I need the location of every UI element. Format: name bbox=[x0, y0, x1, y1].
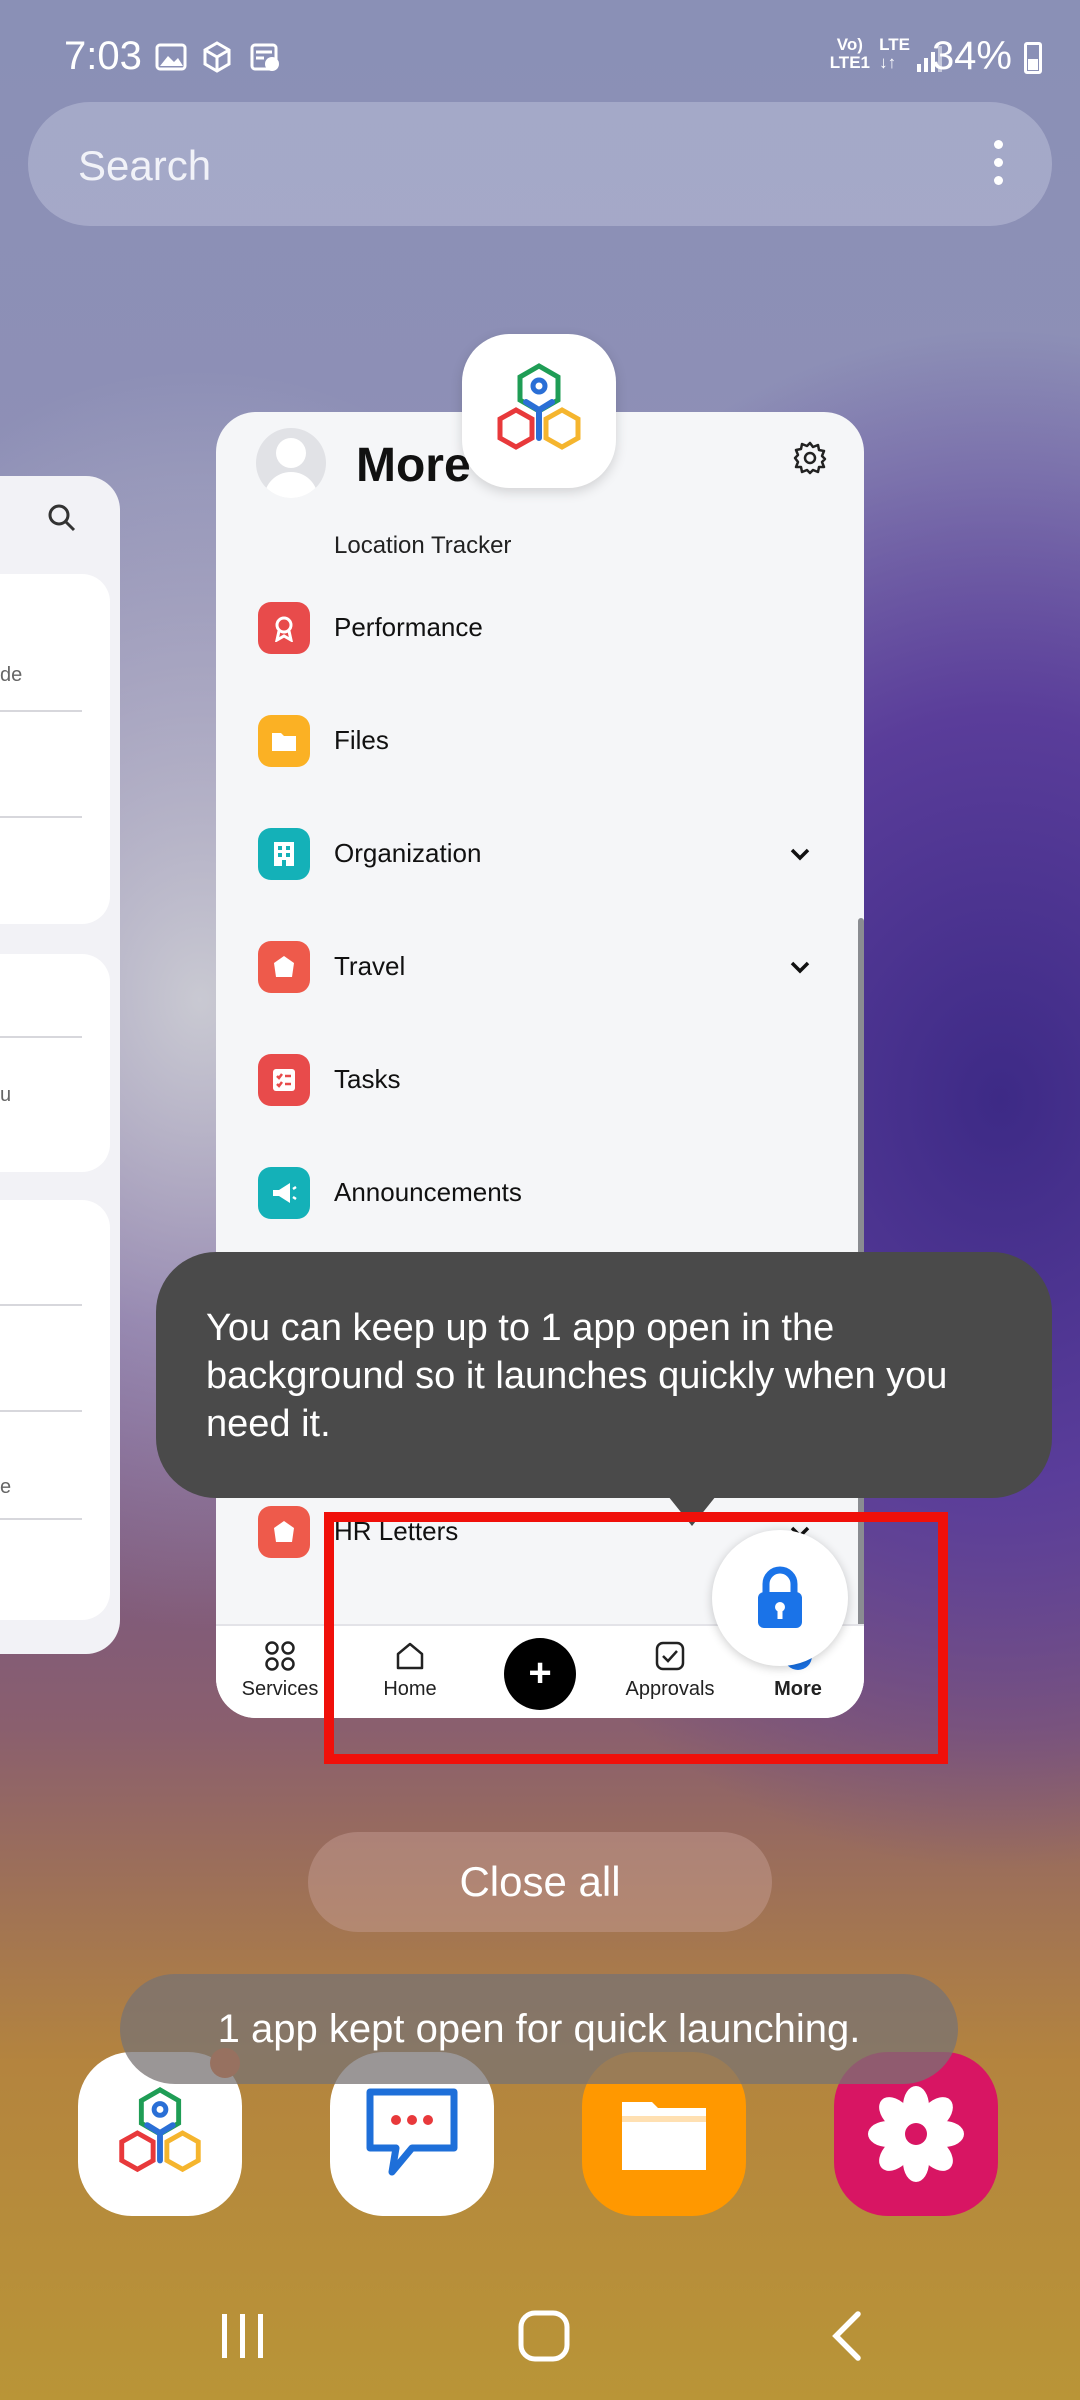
battery-icon bbox=[1024, 42, 1042, 74]
status-bar: 7:03 Vo) LTE1 LTE ↓↑ 34% bbox=[0, 0, 1080, 110]
gallery-icon bbox=[155, 43, 187, 71]
megaphone-icon bbox=[258, 1167, 310, 1219]
list-panel: e bbox=[0, 1200, 110, 1620]
recents-icon[interactable] bbox=[218, 2308, 268, 2364]
menu-item-label: Organization bbox=[334, 838, 482, 868]
lte-indicator: LTE ↓↑ bbox=[879, 35, 910, 72]
travel-icon bbox=[258, 941, 310, 993]
calendar-check-icon bbox=[250, 43, 279, 71]
avatar[interactable] bbox=[256, 428, 326, 498]
gear-icon[interactable] bbox=[792, 440, 828, 476]
menu-item-announcements[interactable]: Announcements bbox=[216, 1143, 864, 1243]
previous-app-card[interactable]: de u e bbox=[0, 476, 120, 1654]
highlight-box bbox=[324, 1512, 948, 1764]
more-vert-icon[interactable] bbox=[994, 140, 1004, 194]
background-apps-tooltip: You can keep up to 1 app open in the bac… bbox=[156, 1252, 1052, 1498]
grid-icon bbox=[265, 1641, 295, 1671]
menu-item-label: Announcements bbox=[334, 1177, 522, 1207]
search-icon bbox=[48, 504, 76, 532]
menu-item-tasks[interactable]: Tasks bbox=[216, 1030, 864, 1130]
menu-item-label: Travel bbox=[334, 951, 406, 981]
system-nav-bar bbox=[0, 2280, 1080, 2400]
building-icon bbox=[258, 828, 310, 880]
menu-item-performance[interactable]: Performance bbox=[216, 578, 864, 678]
section-label: Location Tracker bbox=[334, 532, 512, 559]
menu-item-label: Tasks bbox=[334, 1064, 401, 1094]
nav-services[interactable]: Services bbox=[220, 1640, 340, 1701]
tasks-icon bbox=[258, 1054, 310, 1106]
chevron-down-icon[interactable] bbox=[786, 953, 814, 981]
zoho-people-app-icon[interactable] bbox=[462, 334, 616, 488]
close-all-button[interactable]: Close all bbox=[308, 1832, 772, 1932]
cube-icon bbox=[203, 41, 231, 73]
recents-search-bar[interactable]: Search bbox=[28, 102, 1052, 226]
battery-percent: 34% bbox=[931, 34, 1012, 78]
chevron-down-icon[interactable] bbox=[786, 840, 814, 868]
menu-item-travel[interactable]: Travel bbox=[216, 917, 864, 1017]
menu-item-organization[interactable]: Organization bbox=[216, 804, 864, 904]
folder-icon bbox=[258, 715, 310, 767]
letter-icon bbox=[258, 1506, 310, 1558]
list-panel: u bbox=[0, 954, 110, 1172]
award-icon bbox=[258, 602, 310, 654]
list-panel: de bbox=[0, 574, 110, 924]
home-button-icon[interactable] bbox=[516, 2308, 572, 2364]
back-icon[interactable] bbox=[826, 2308, 866, 2364]
volte-indicator: Vo) LTE1 bbox=[829, 35, 870, 72]
menu-item-files[interactable]: Files bbox=[216, 691, 864, 791]
menu-item-label: Files bbox=[334, 725, 389, 755]
search-placeholder: Search bbox=[78, 142, 212, 189]
status-time: 7:03 bbox=[64, 34, 142, 78]
toast-message: 1 app kept open for quick launching. bbox=[120, 1974, 958, 2084]
menu-item-label: Performance bbox=[334, 612, 483, 642]
page-title: More bbox=[356, 439, 471, 492]
